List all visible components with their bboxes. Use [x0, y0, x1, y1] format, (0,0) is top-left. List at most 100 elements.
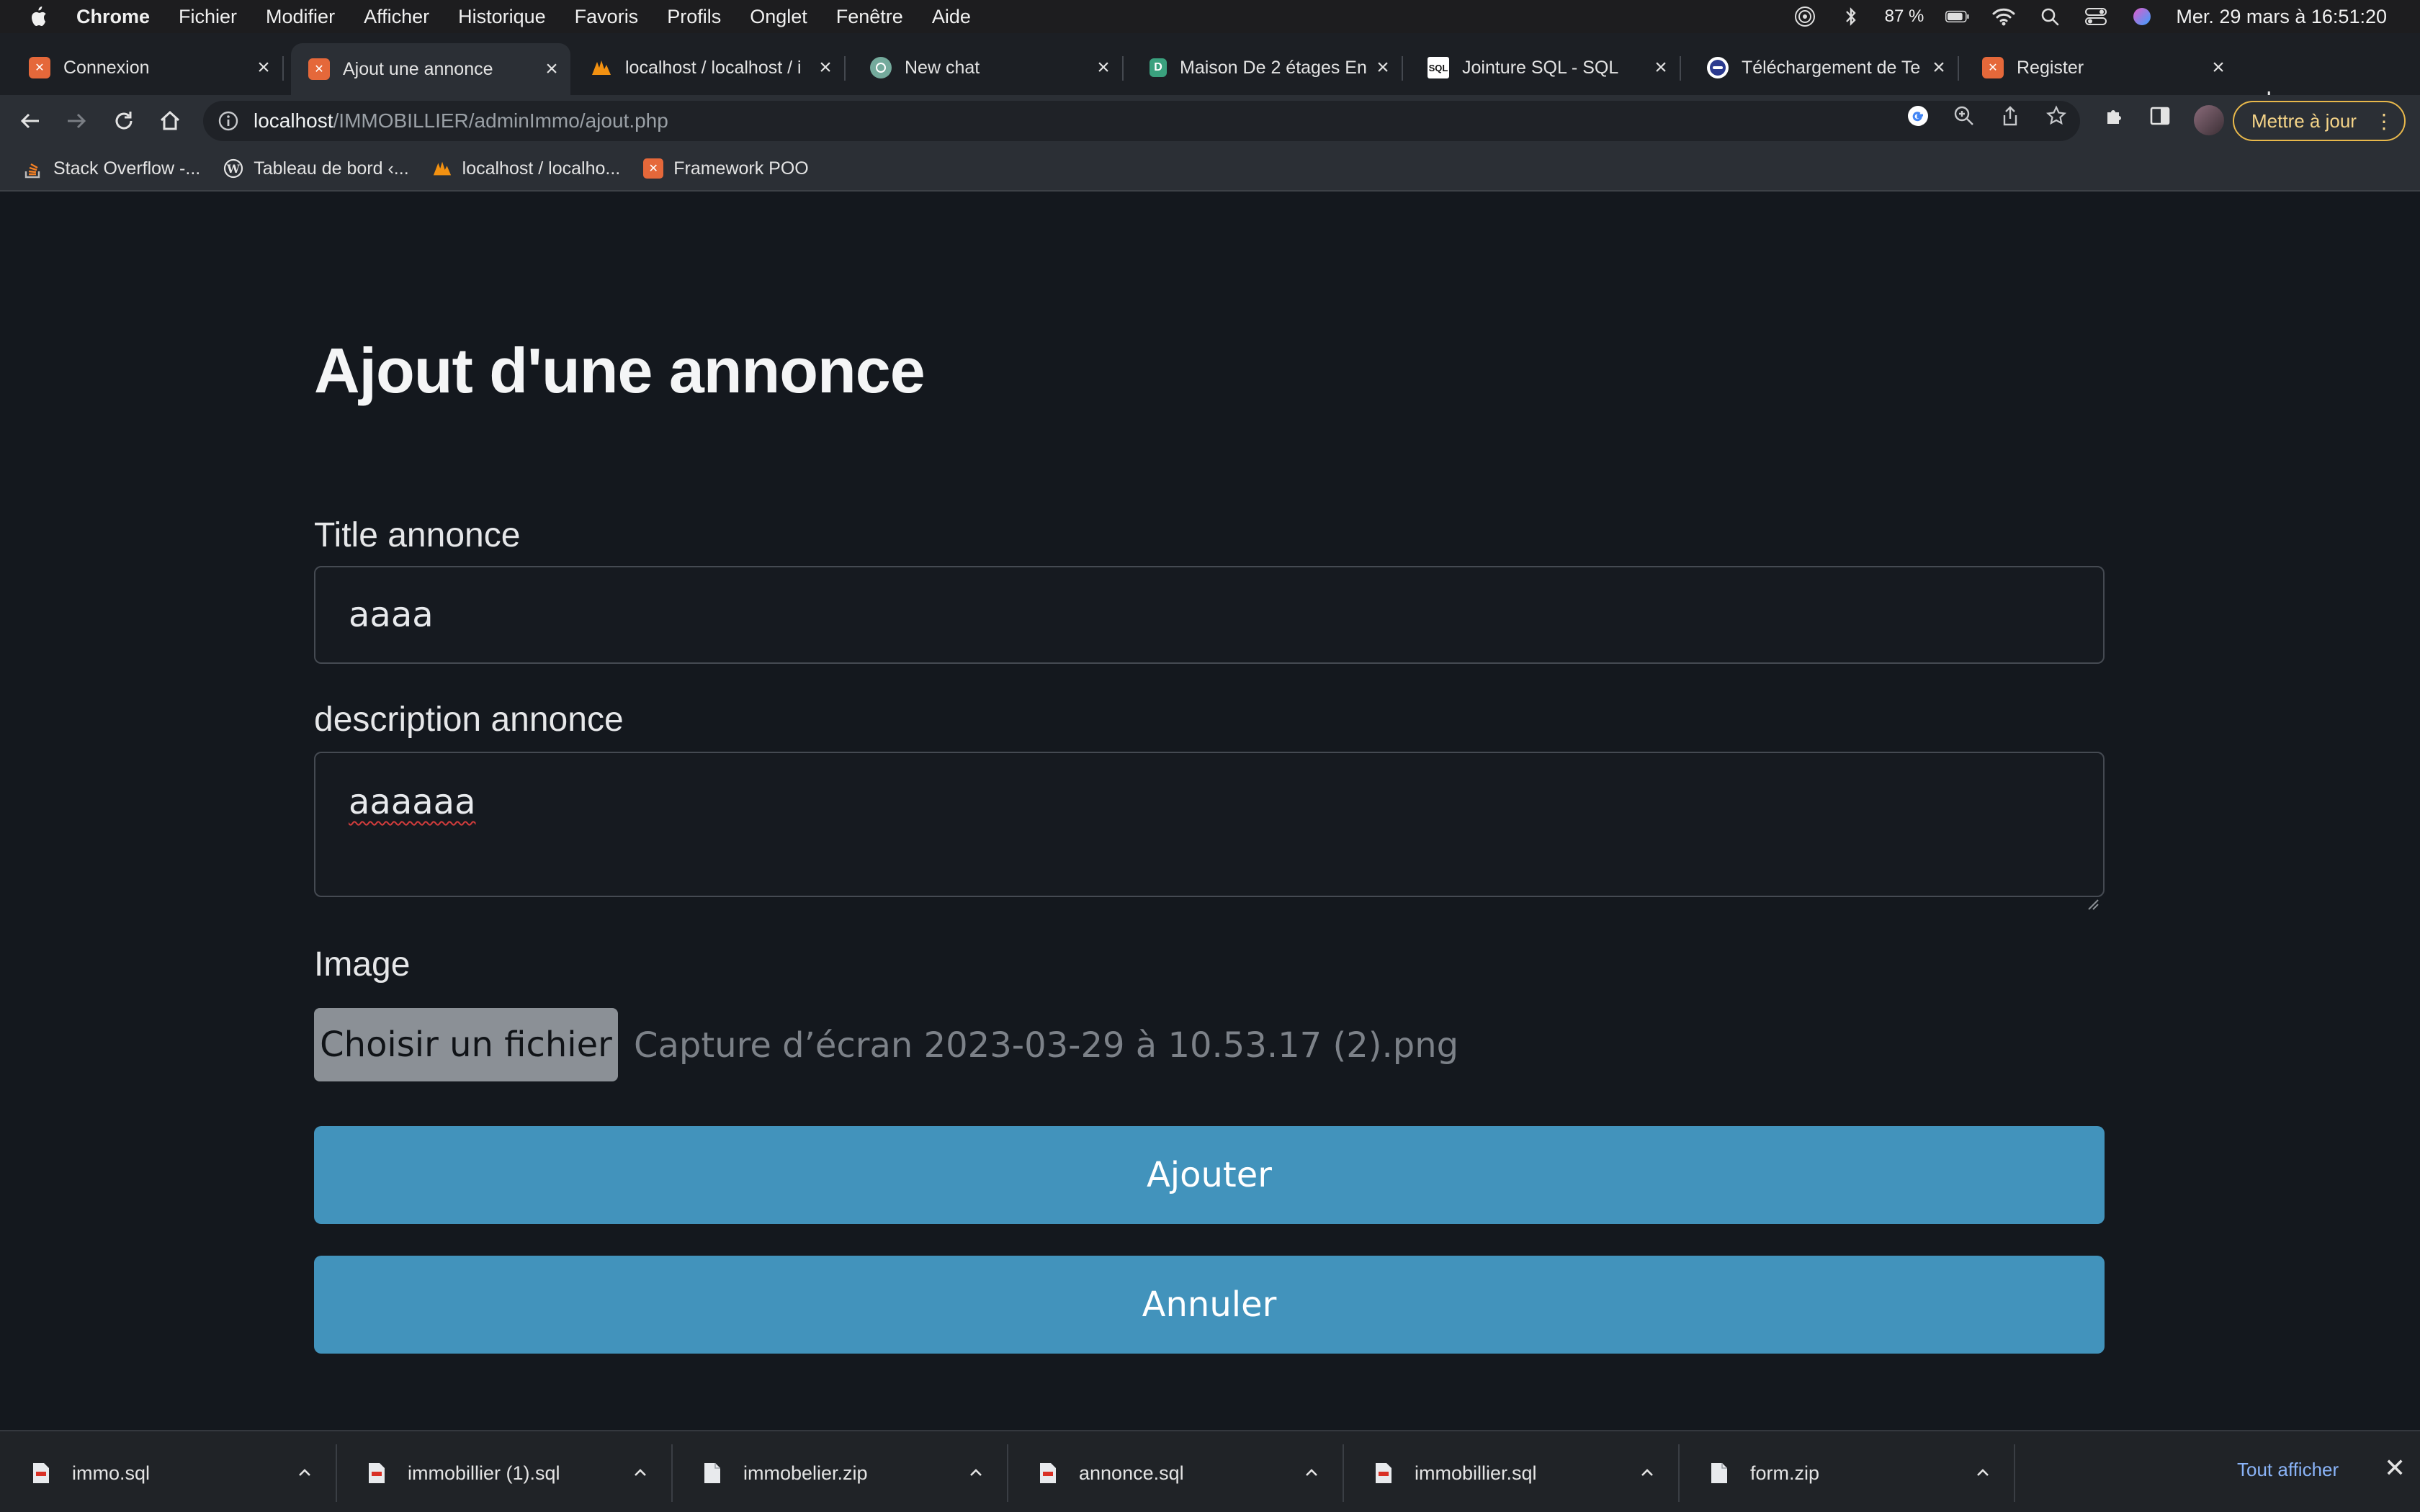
- title-label: Title annonce: [314, 516, 521, 554]
- add-button[interactable]: Ajouter: [314, 1126, 2105, 1224]
- site-icon: D: [1150, 58, 1167, 77]
- menu-aide[interactable]: Aide: [932, 6, 971, 28]
- tab-new-chat[interactable]: New chat ×: [841, 50, 1124, 85]
- close-icon[interactable]: ×: [811, 55, 840, 80]
- file-icon: [1710, 1462, 1729, 1485]
- google-icon[interactable]: [1906, 104, 1930, 128]
- chevron-up-icon[interactable]: [631, 1463, 650, 1482]
- file-icon: [367, 1462, 386, 1485]
- download-name: immobelier.zip: [743, 1462, 868, 1484]
- menu-profils[interactable]: Profils: [667, 6, 721, 28]
- menu-favoris[interactable]: Favoris: [575, 6, 639, 28]
- bookmark-framework-poo[interactable]: ✕ Framework POO: [643, 158, 809, 179]
- tab-register[interactable]: ✕ Register ×: [1953, 50, 2237, 85]
- side-panel-icon[interactable]: [2148, 104, 2172, 128]
- description-textarea[interactable]: aaaaaa: [314, 752, 2105, 910]
- cancel-button[interactable]: Annuler: [314, 1256, 2105, 1354]
- xampp-icon: ✕: [1982, 57, 2004, 78]
- xampp-icon: ✕: [308, 58, 330, 80]
- battery-percent: 87 %: [1884, 6, 1924, 26]
- close-icon[interactable]: ×: [249, 55, 278, 80]
- address-bar[interactable]: localhost/IMMOBILLIER/adminImmo/ajout.ph…: [203, 101, 2080, 141]
- menu-fenetre[interactable]: Fenêtre: [836, 6, 903, 28]
- battery-icon[interactable]: [1945, 6, 1970, 27]
- reload-icon[interactable]: [108, 105, 140, 137]
- downloads-bar: immo.sql immobillier (1).sql immobelier.…: [0, 1430, 2420, 1512]
- download-item[interactable]: immobillier (1).sql: [367, 1444, 673, 1502]
- menu-onglet[interactable]: Onglet: [750, 6, 807, 28]
- download-item[interactable]: immobillier.sql: [1374, 1444, 1680, 1502]
- image-label: Image: [314, 945, 411, 984]
- tab-telechargement[interactable]: Téléchargement de Te ×: [1678, 50, 1959, 85]
- choose-file-button[interactable]: Choisir un fichier: [314, 1008, 618, 1081]
- siri-icon[interactable]: [2130, 6, 2154, 27]
- browser-toolbar: localhost/IMMOBILLIER/adminImmo/ajout.ph…: [0, 95, 2420, 147]
- close-icon[interactable]: ×: [1089, 55, 1118, 80]
- xampp-icon: ✕: [643, 158, 664, 179]
- bookmark-phpmyadmin[interactable]: localhost / localho...: [432, 158, 620, 179]
- bookmarks-bar: Stack Overflow -... W Tableau de bord ‹.…: [0, 147, 2420, 192]
- tab-connexion[interactable]: ✕ Connexion ×: [0, 50, 284, 85]
- bookmark-star-icon[interactable]: [2044, 104, 2069, 128]
- close-icon[interactable]: ×: [1646, 55, 1675, 80]
- url-path: /IMMOBILLIER/adminImmo/ajout.php: [333, 109, 668, 132]
- update-label: Mettre à jour: [2251, 109, 2357, 132]
- home-icon[interactable]: [154, 105, 186, 137]
- menu-fichier[interactable]: Fichier: [179, 6, 237, 28]
- menu-historique[interactable]: Historique: [458, 6, 546, 28]
- control-center-icon[interactable]: [2084, 6, 2108, 27]
- phpmyadmin-icon: [432, 158, 452, 179]
- tab-ajout-annonce[interactable]: ✕ Ajout une annonce ×: [291, 43, 570, 95]
- chevron-up-icon[interactable]: [1302, 1463, 1321, 1482]
- tab-maison[interactable]: D Maison De 2 étages En ×: [1121, 50, 1403, 85]
- share-icon[interactable]: [1998, 104, 2022, 128]
- xampp-icon: ✕: [29, 57, 50, 78]
- menu-afficher[interactable]: Afficher: [364, 6, 429, 28]
- forward-arrow-icon[interactable]: [60, 105, 92, 137]
- chevron-up-icon[interactable]: [1638, 1463, 1657, 1482]
- chevron-up-icon[interactable]: [967, 1463, 985, 1482]
- clock[interactable]: Mer. 29 mars à 16:51:20: [2176, 6, 2387, 28]
- apple-icon[interactable]: [27, 4, 49, 29]
- page-content: Ajout d'une annonce Title annonce aaaa d…: [0, 193, 2420, 1430]
- download-name: annonce.sql: [1079, 1462, 1184, 1484]
- chevron-up-icon[interactable]: [1973, 1463, 1992, 1482]
- show-all-downloads-link[interactable]: Tout afficher: [2237, 1459, 2339, 1481]
- resize-handle-icon[interactable]: [2086, 878, 2099, 910]
- chatgpt-icon: [870, 57, 892, 78]
- teams-icon: [1707, 57, 1729, 78]
- download-item[interactable]: immobelier.zip: [703, 1444, 1008, 1502]
- tab-phpmyadmin[interactable]: localhost / localhost / i ×: [562, 50, 846, 85]
- url-host: localhost: [254, 109, 333, 132]
- bookmark-label: Stack Overflow -...: [53, 158, 201, 179]
- close-icon[interactable]: ✕: [2384, 1453, 2406, 1483]
- chevron-up-icon[interactable]: [295, 1463, 314, 1482]
- file-icon: [1039, 1462, 1057, 1485]
- profile-avatar[interactable]: [2194, 105, 2224, 135]
- close-icon[interactable]: ×: [2204, 55, 2233, 80]
- download-item[interactable]: immo.sql: [32, 1444, 337, 1502]
- extensions-puzzle-icon[interactable]: [2102, 104, 2126, 128]
- site-info-icon[interactable]: [218, 110, 239, 132]
- tab-jointure-sql[interactable]: SQL Jointure SQL - SQL ×: [1399, 50, 1681, 85]
- title-input[interactable]: aaaa: [314, 566, 2105, 664]
- close-icon[interactable]: ×: [1924, 55, 1953, 80]
- back-arrow-icon[interactable]: [14, 105, 46, 137]
- update-chrome-button[interactable]: Mettre à jour ⋮: [2233, 101, 2406, 141]
- tab-title: Maison De 2 étages En: [1180, 57, 1367, 78]
- menu-app-name[interactable]: Chrome: [76, 6, 150, 28]
- zoom-icon[interactable]: [1952, 104, 1976, 128]
- close-icon[interactable]: ×: [1368, 55, 1397, 80]
- spotlight-search-icon[interactable]: [2038, 6, 2062, 27]
- download-item[interactable]: annonce.sql: [1039, 1444, 1344, 1502]
- phpmyadmin-icon: [591, 57, 612, 78]
- download-item[interactable]: form.zip: [1710, 1444, 2015, 1502]
- bookmark-wordpress[interactable]: W Tableau de bord ‹...: [223, 158, 409, 179]
- bookmark-stackoverflow[interactable]: Stack Overflow -...: [23, 158, 200, 179]
- stackoverflow-icon: [23, 158, 43, 179]
- menu-modifier[interactable]: Modifier: [266, 6, 335, 28]
- airdrop-icon[interactable]: [1793, 6, 1817, 27]
- bluetooth-icon[interactable]: [1839, 6, 1863, 27]
- wifi-icon[interactable]: [1991, 6, 2016, 27]
- kebab-menu-icon[interactable]: ⋮: [2374, 109, 2394, 133]
